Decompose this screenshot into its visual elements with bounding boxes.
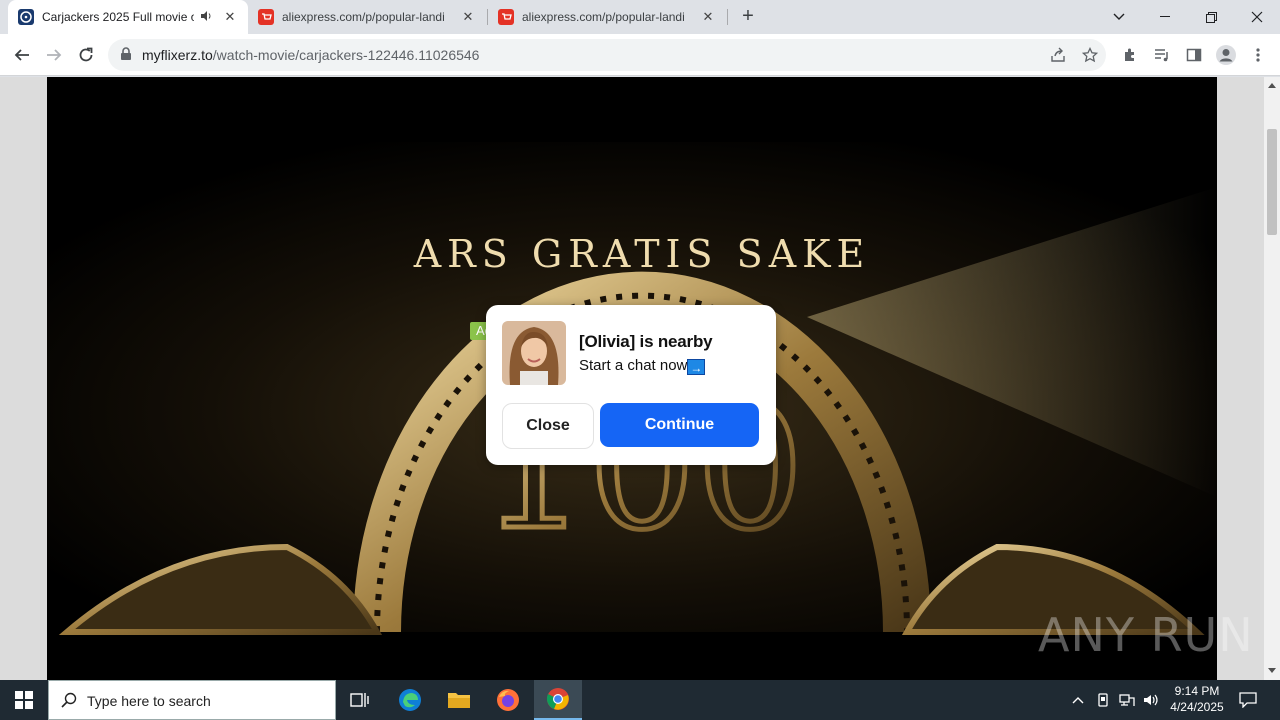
windows-logo-icon [15,691,33,709]
ad-title: [Olivia] is nearby [579,332,713,351]
side-panel-icon[interactable] [1183,44,1205,66]
scroll-down-icon[interactable] [1268,668,1276,673]
restore-button[interactable] [1188,0,1234,34]
tab-title: aliexpress.com/p/popular-landi [282,10,445,24]
tab-separator [727,9,728,25]
ad-popup: [Olivia] is nearby Start a chat now → Clo… [486,305,776,465]
back-button[interactable] [9,42,35,68]
close-window-button[interactable] [1234,0,1280,34]
system-clock[interactable]: 9:14 PM 4/24/2025 [1160,683,1234,715]
tab-aliexpress-1[interactable]: aliexpress.com/p/popular-landi ✕ [248,0,486,34]
avatar [502,321,566,385]
aliexpress-icon [258,9,274,25]
tab-strip: Carjackers 2025 Full movie o ✕ aliexpres… [0,0,1280,34]
page-scrollbar[interactable] [1264,77,1280,680]
ad-subtitle-text: Start a chat now [579,357,688,374]
edge-app-button[interactable] [386,680,434,720]
taskbar-search-box[interactable]: Type here to search [48,680,336,720]
share-icon[interactable] [1048,45,1068,65]
show-hidden-icons-button[interactable] [1068,680,1088,720]
logo-motto: ARS GRATIS SAKE [413,232,871,276]
reload-button[interactable] [73,42,99,68]
clock-date: 4/24/2025 [1170,700,1224,714]
close-tab-icon[interactable]: ✕ [460,9,476,25]
back-arrow-icon [14,49,29,61]
profile-avatar-icon[interactable] [1215,44,1237,66]
url-text: myflixerz.to/watch-movie/carjackers-1224… [142,47,479,63]
forward-button[interactable] [41,42,67,68]
close-tab-icon[interactable]: ✕ [700,9,716,25]
address-bar[interactable]: myflixerz.to/watch-movie/carjackers-1224… [108,39,1106,71]
tab-aliexpress-2[interactable]: aliexpress.com/p/popular-landi ✕ [488,0,726,34]
tab-search-icon[interactable] [1096,0,1142,34]
tab-title: aliexpress.com/p/popular-landi [522,10,685,24]
new-tab-button[interactable]: + [738,6,758,26]
speaker-icon[interactable] [200,10,212,25]
firefox-icon [497,689,519,711]
continue-button[interactable]: Continue [600,403,759,447]
tab-carjackers[interactable]: Carjackers 2025 Full movie o ✕ [8,0,248,34]
aliexpress-icon [498,9,514,25]
arrow-right-icon: → [687,359,706,375]
file-explorer-button[interactable] [435,680,483,720]
media-control-icon[interactable] [1151,44,1173,66]
close-button[interactable]: Close [502,403,594,449]
search-icon [61,692,77,708]
volume-icon[interactable] [1140,680,1162,720]
extensions-icon[interactable] [1119,44,1141,66]
chevron-up-icon [1072,697,1084,704]
reload-icon [79,47,93,62]
scroll-up-icon[interactable] [1268,83,1276,88]
film-reel-icon [18,9,34,25]
url-host: myflixerz.to [142,47,213,63]
tab-title: Carjackers 2025 Full movie o [42,10,194,24]
scroll-thumb[interactable] [1267,129,1277,235]
start-button[interactable] [0,680,48,720]
browser-toolbar: myflixerz.to/watch-movie/carjackers-1224… [0,34,1280,76]
url-path: /watch-movie/carjackers-122446.11026546 [212,47,480,63]
menu-kebab-icon[interactable] [1247,44,1269,66]
lock-icon[interactable] [120,47,132,66]
folder-icon [448,693,470,708]
chrome-icon [546,688,569,710]
search-placeholder: Type here to search [87,693,211,709]
task-view-button[interactable] [336,680,384,720]
edge-icon [399,689,421,711]
notifications-button[interactable] [1234,680,1262,720]
network-icon[interactable] [1116,680,1138,720]
windows-taskbar: Type here to search 9:14 PM 4/24/2025 [0,680,1280,720]
close-tab-icon[interactable]: ✕ [222,9,238,25]
chrome-app-button[interactable] [534,680,582,720]
anyrun-watermark: ANY RUN [1038,608,1254,662]
firefox-app-button[interactable] [484,680,532,720]
notification-icon [1239,692,1257,708]
task-view-icon [350,693,369,707]
ad-subtitle: Start a chat now → [579,357,706,375]
bookmark-star-icon[interactable] [1080,45,1100,65]
minimize-button[interactable] [1142,0,1188,34]
clock-time: 9:14 PM [1174,684,1220,698]
forward-arrow-icon [47,49,62,61]
device-icon[interactable] [1092,680,1114,720]
